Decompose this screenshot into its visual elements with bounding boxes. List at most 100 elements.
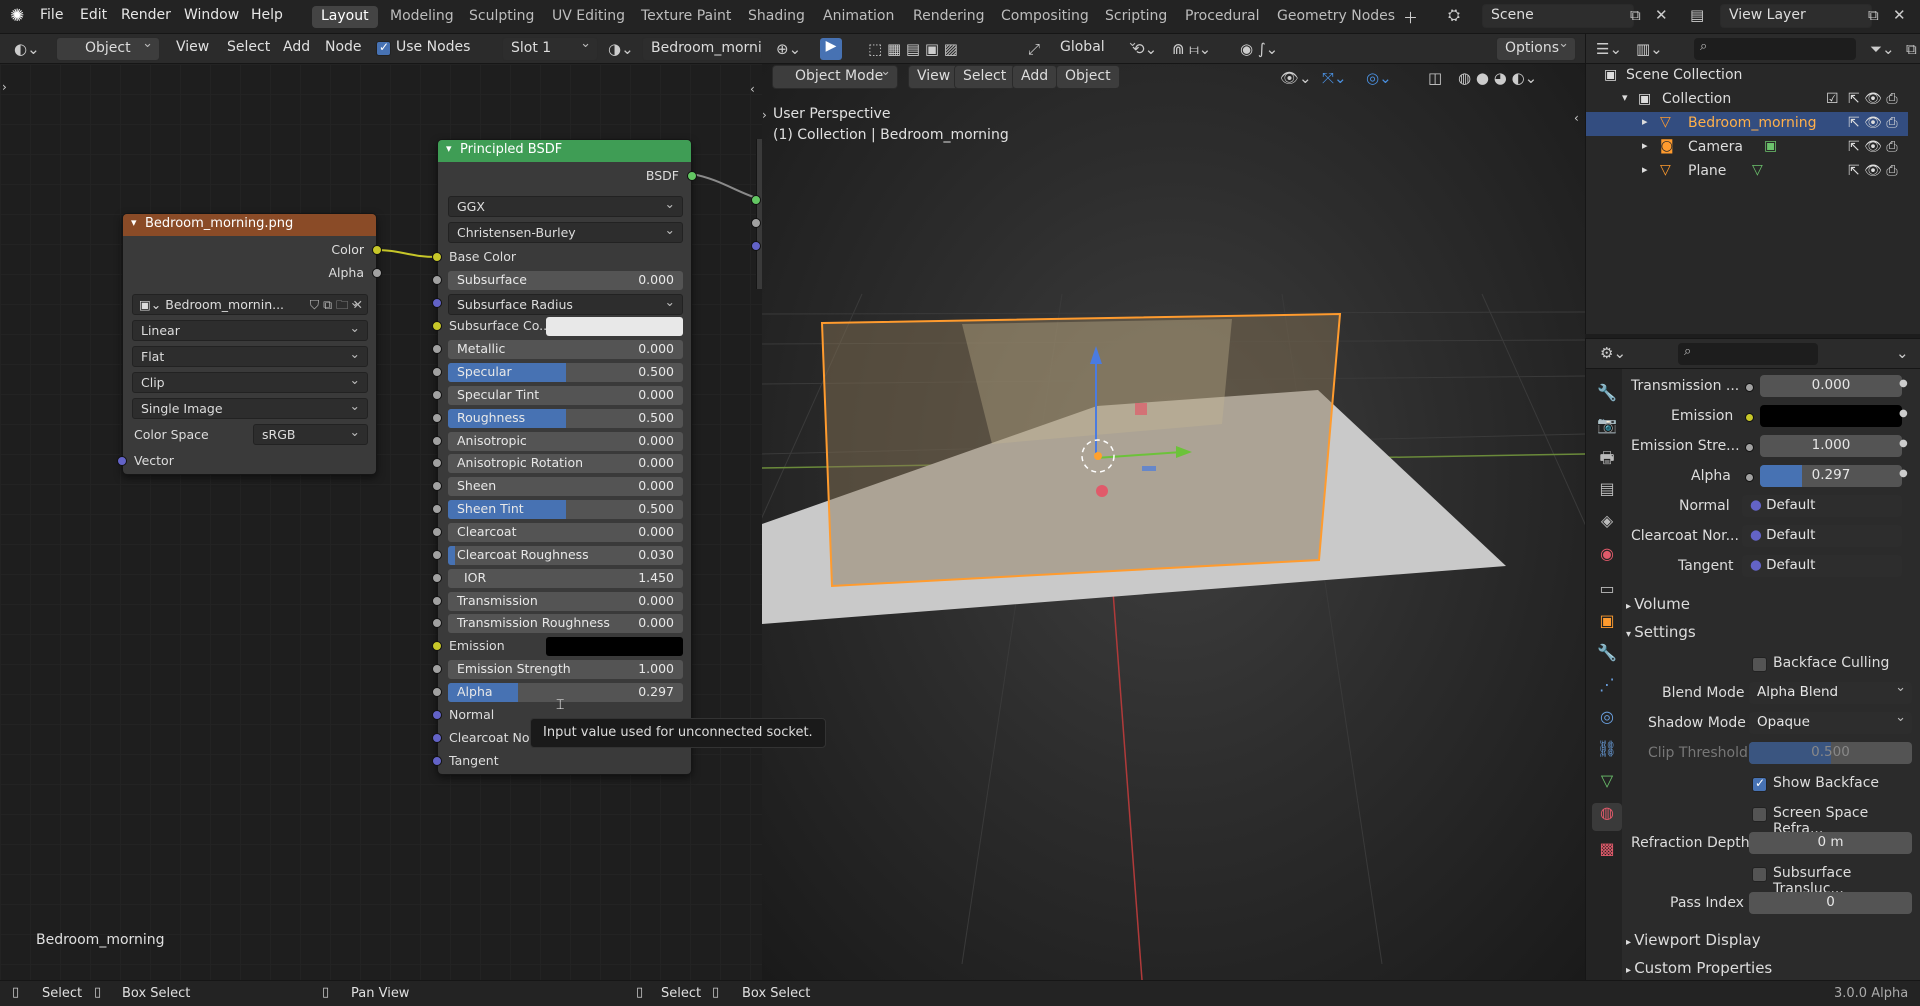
subsurface-socket[interactable] xyxy=(432,275,442,285)
anisotropic-socket[interactable] xyxy=(432,436,442,446)
tab-data-icon[interactable]: ▽ xyxy=(1592,771,1622,799)
transmission-roughness-field[interactable]: Transmission Roughness 0.000 xyxy=(448,614,683,633)
projection-dropdown[interactable]: Flat xyxy=(132,346,368,367)
proportional-edit-icon[interactable]: ◉ ∫⌄ xyxy=(1240,40,1278,58)
image-output-alpha-socket[interactable] xyxy=(372,268,382,278)
emission-color-swatch[interactable] xyxy=(546,637,683,656)
image-datablock-field[interactable]: ▣⌄ Bedroom_mornin... ⛉ ⧉ 🗀 ✕ xyxy=(132,294,368,315)
outliner-item-bedroom-morning[interactable]: ▸ ▽ Bedroom_morning ⇱ 👁 ⎙ xyxy=(1586,112,1908,136)
prop-emission-socket[interactable] xyxy=(1745,413,1754,422)
transmission-roughness-socket[interactable] xyxy=(432,618,442,628)
menu-help[interactable]: Help xyxy=(251,7,283,23)
vector-input-socket[interactable] xyxy=(117,456,127,466)
tab-rendering[interactable]: Rendering xyxy=(904,6,994,28)
emission-socket[interactable] xyxy=(432,641,442,651)
collection-restrict-icons[interactable]: ⇱ 👁 ⎙ xyxy=(1848,91,1898,107)
volume-panel-header[interactable]: ▸ Volume xyxy=(1626,595,1690,613)
tab-texture-paint[interactable]: Texture Paint xyxy=(632,6,740,28)
anisotropic-field[interactable]: Anisotropic 0.000 xyxy=(448,432,683,451)
tab-compositing[interactable]: Compositing xyxy=(992,6,1098,28)
outliner-search-input[interactable]: ⌕ xyxy=(1694,38,1856,60)
viewport-sidebar-right-icon[interactable]: ‹ xyxy=(1574,111,1579,125)
collection-row[interactable]: ▾ ▣ Collection ☑ ⇱ 👁 ⎙ xyxy=(1586,88,1908,112)
tab-uv-editing[interactable]: UV Editing xyxy=(543,6,634,28)
prop-clearcoat-normal-field[interactable]: ● Default xyxy=(1742,525,1902,547)
image-node-title[interactable]: Bedroom_morning.png xyxy=(123,214,376,236)
viewport-scene[interactable] xyxy=(762,64,1585,980)
prop-normal-field[interactable]: ● Default xyxy=(1742,495,1902,517)
specular-tint-field[interactable]: Specular Tint 0.000 xyxy=(448,386,683,405)
tab-particles-icon[interactable]: ⋰ xyxy=(1592,675,1622,703)
roughness-field[interactable]: Roughness 0.500 xyxy=(448,409,683,428)
prop-alpha-socket[interactable] xyxy=(1745,473,1754,482)
roughness-socket[interactable] xyxy=(432,413,442,423)
alpha-socket[interactable] xyxy=(432,687,442,697)
specular-field[interactable]: Specular 0.500 xyxy=(448,363,683,382)
settings-panel-header[interactable]: ▾ Settings xyxy=(1626,623,1696,641)
blend-mode-dropdown[interactable]: Alpha Blend xyxy=(1749,680,1912,704)
menu-file[interactable]: File xyxy=(40,7,63,23)
add-workspace-icon[interactable]: ＋ xyxy=(1403,7,1418,28)
properties-search-input[interactable]: ⌕ xyxy=(1678,343,1818,365)
node-editor[interactable]: ◐⌄ Object View Select Add Node Use Nodes… xyxy=(0,34,826,980)
viewport-menu-add[interactable]: Add xyxy=(1012,65,1058,89)
collection-checkbox[interactable]: ☑ xyxy=(1826,91,1839,107)
select-tool-icon[interactable]: ▶ xyxy=(820,38,842,60)
tab-view-layer-icon[interactable]: ▤ xyxy=(1592,479,1622,507)
tab-render-icon[interactable]: 📷 xyxy=(1592,415,1622,443)
xray-icon[interactable]: ◫ xyxy=(1428,69,1442,87)
menu-render[interactable]: Render xyxy=(121,7,171,23)
object-mode-dropdown[interactable]: Object Mode xyxy=(772,65,898,89)
plane-restrict-icons[interactable]: ⇱ 👁 ⎙ xyxy=(1848,163,1898,179)
subsurface-color-swatch[interactable] xyxy=(546,317,683,336)
camera-data-icon[interactable]: ▣ xyxy=(1764,138,1777,154)
pivot-icon[interactable]: ⟲⌄ xyxy=(1132,40,1157,58)
tab-texture-icon[interactable]: ▩ xyxy=(1592,839,1622,867)
show-backface-checkbox[interactable] xyxy=(1752,776,1767,792)
prop-transmission-field[interactable]: 0.000 xyxy=(1760,375,1902,397)
base-color-socket[interactable] xyxy=(432,252,442,262)
overlay-toggle-icon[interactable]: ◎⌄ xyxy=(1366,69,1392,87)
sheen-socket[interactable] xyxy=(432,481,442,491)
source-dropdown[interactable]: Single Image xyxy=(132,398,368,419)
keyframe-dot-3[interactable]: ● xyxy=(1899,438,1908,449)
viewport-editor-type-icon[interactable]: ⊕⌄ xyxy=(776,40,801,58)
properties-options-icon[interactable]: ⌄ xyxy=(1896,344,1909,362)
distribution-dropdown[interactable]: GGX xyxy=(448,196,683,217)
menu-window[interactable]: Window xyxy=(184,7,239,23)
filter-icon[interactable]: ⏷⌄ xyxy=(1870,40,1895,58)
tab-shading[interactable]: Shading xyxy=(739,6,814,28)
tab-layout[interactable]: Layout xyxy=(312,6,378,28)
outliner-item-camera[interactable]: ▸ ◙ Camera ▣ ⇱ 👁 ⎙ xyxy=(1586,136,1908,160)
output-surface-socket[interactable] xyxy=(751,195,761,205)
tab-scene-icon[interactable]: ◈ xyxy=(1592,511,1622,539)
tab-geometry-nodes[interactable]: Geometry Nodes xyxy=(1268,6,1404,28)
custom-properties-panel-header[interactable]: ▸ Custom Properties xyxy=(1626,959,1772,977)
transmission-field[interactable]: Transmission 0.000 xyxy=(448,592,683,611)
box-select-modes-icon[interactable]: ⬚ ▦ ▤ ▣ ▨ xyxy=(868,40,958,58)
gizmo-toggle-icon[interactable]: ⤧⌄ xyxy=(1322,69,1347,87)
interpolation-dropdown[interactable]: Linear xyxy=(132,320,368,341)
show-backface-label[interactable]: Show Backface xyxy=(1773,775,1879,791)
ior-field[interactable]: IOR 1.450 xyxy=(448,569,683,588)
backface-culling-checkbox[interactable] xyxy=(1752,657,1767,672)
metallic-field[interactable]: Metallic 0.000 xyxy=(448,340,683,359)
tab-material-icon[interactable]: ◍ xyxy=(1592,803,1622,831)
clearcoat-normal-socket[interactable] xyxy=(432,733,442,743)
screen-space-refraction-checkbox[interactable] xyxy=(1752,807,1767,822)
subsurface-field[interactable]: Subsurface 0.000 xyxy=(448,271,683,290)
specular-socket[interactable] xyxy=(432,367,442,377)
properties-editor[interactable]: ⚙⌄ ⌕ ⌄ 🔧 📷 🖶 ▤ ◈ ◉ ▭ ▣ 🔧 ⋰ ◎ ⛓ ▽ ◍ ▩ Tra… xyxy=(1585,338,1920,981)
bsdf-output-socket[interactable] xyxy=(687,171,697,181)
color-space-dropdown[interactable]: sRGB xyxy=(253,424,368,445)
normal-socket[interactable] xyxy=(432,710,442,720)
3d-viewport[interactable]: User Perspective (1) Collection | Bedroo… xyxy=(762,64,1585,980)
image-action-icons[interactable]: ⛉ ⧉ 🗀 ✕ xyxy=(310,296,363,317)
bedroom-restrict-icons[interactable]: ⇱ 👁 ⎙ xyxy=(1848,115,1898,131)
sheen-tint-socket[interactable] xyxy=(432,504,442,514)
tangent-socket[interactable] xyxy=(432,756,442,766)
pass-index-field[interactable]: 0 xyxy=(1749,892,1912,914)
shading-modes-icon[interactable]: ◍ ● ◕ ◐⌄ xyxy=(1458,69,1537,87)
refraction-depth-field[interactable]: 0 m xyxy=(1749,832,1912,854)
tab-modeling[interactable]: Modeling xyxy=(381,6,463,28)
